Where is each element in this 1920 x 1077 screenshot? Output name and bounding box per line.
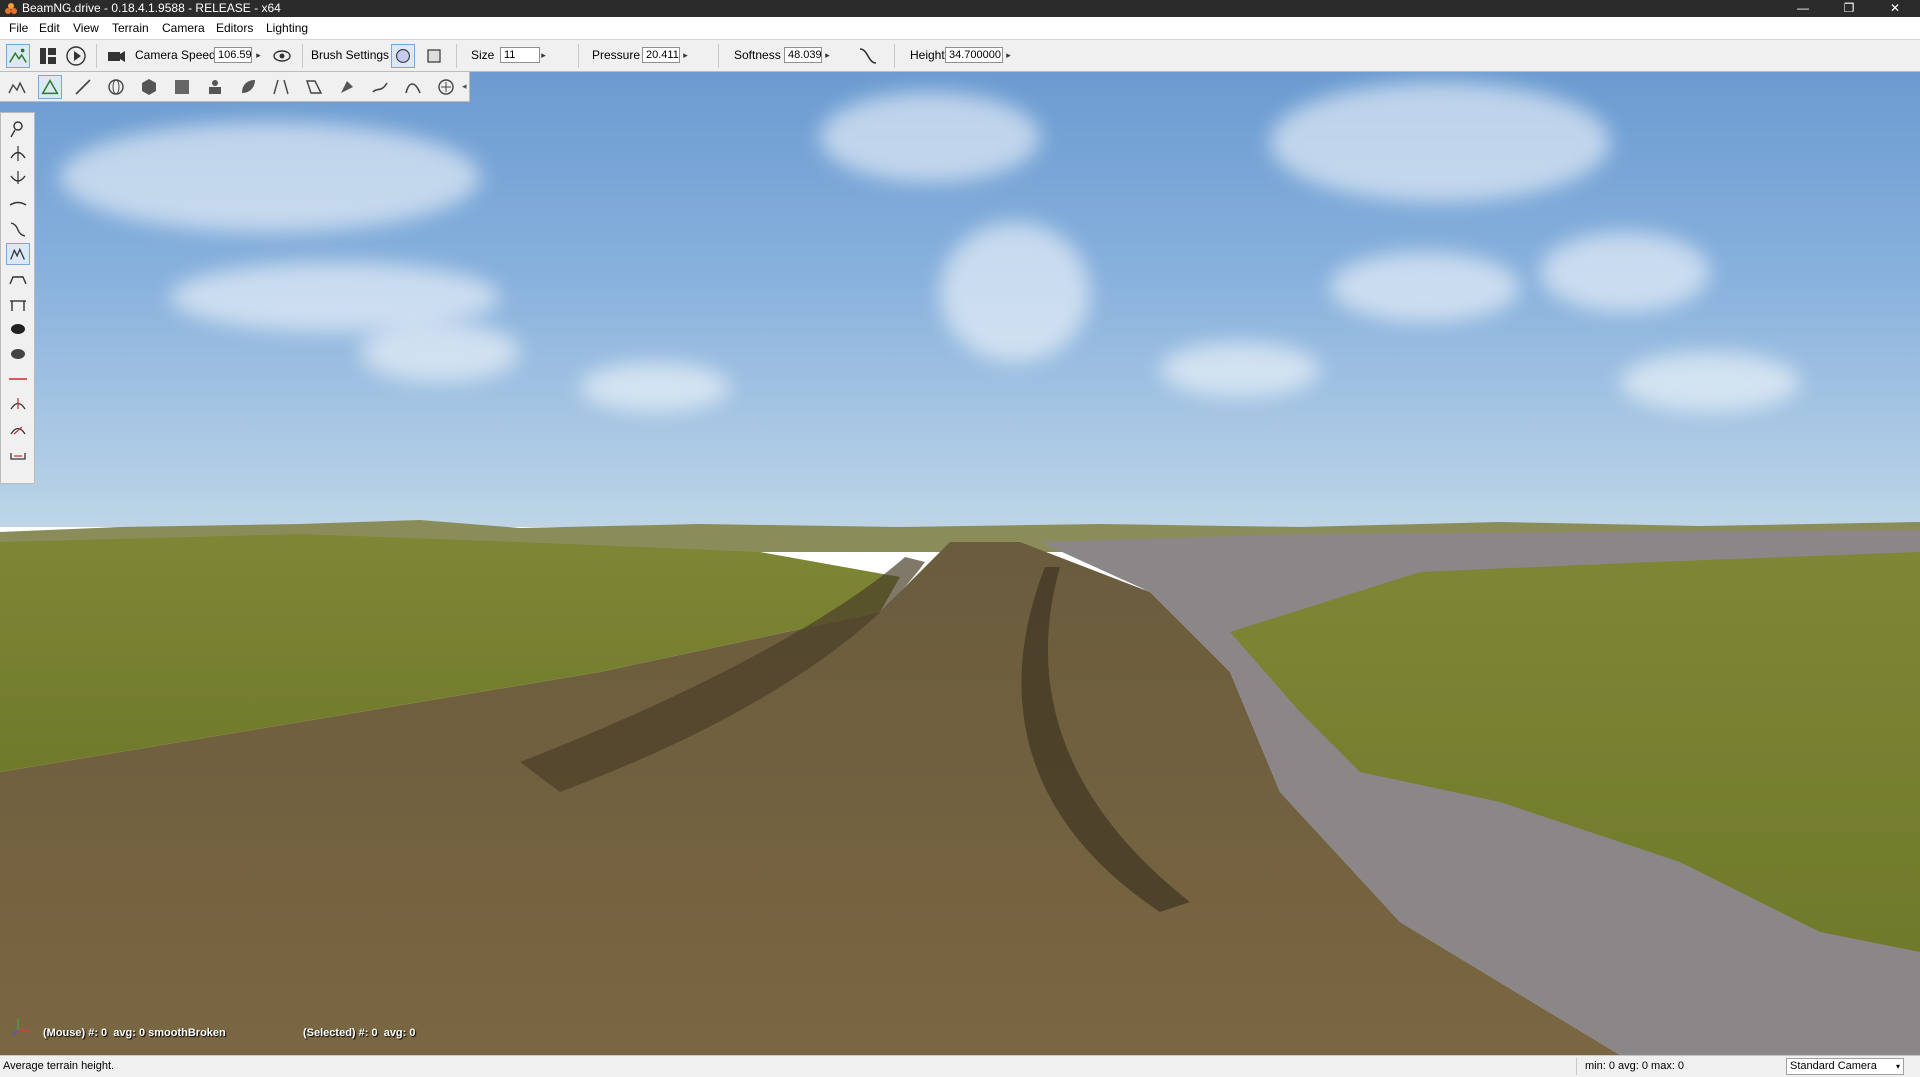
close-button[interactable]: ✕	[1872, 0, 1918, 17]
toolbar-separator	[302, 44, 303, 68]
raise-height-icon[interactable]	[6, 143, 30, 165]
spline-icon[interactable]	[401, 75, 425, 99]
collapse-arrow-icon[interactable]: ◂	[462, 81, 467, 92]
softness-field[interactable]: 48.039	[784, 47, 822, 63]
minimize-icon: —	[1797, 1, 1809, 15]
height-label: Height	[910, 48, 945, 62]
axis-gizmo-icon	[12, 1019, 29, 1036]
camera-speed-label: Camera Speed	[135, 48, 216, 62]
size-spin-icon[interactable]: ▸	[537, 47, 550, 63]
set-empty-icon[interactable]	[6, 418, 30, 440]
softness-curve-icon[interactable]	[856, 44, 880, 68]
3d-viewport[interactable]: (Mouse) #: 0 avg: 0 smoothBroken (Select…	[0, 72, 1920, 1055]
flatten-icon[interactable]	[6, 268, 30, 290]
road-icon[interactable]	[269, 75, 293, 99]
chevron-down-icon: ▾	[1895, 1062, 1900, 1071]
toolbar-separator	[578, 44, 579, 68]
decal-icon[interactable]	[335, 75, 359, 99]
maximize-button[interactable]: ❐	[1826, 0, 1872, 17]
terrain-tools-toolbar: ◂	[0, 72, 470, 102]
clear-empty-icon[interactable]	[6, 443, 30, 465]
toolbar-separator	[718, 44, 719, 68]
mesh-road-icon[interactable]	[302, 75, 326, 99]
restore-terrain-icon[interactable]	[6, 343, 30, 365]
window-title: BeamNG.drive - 0.18.4.1.9588 - RELEASE -…	[22, 1, 281, 15]
river-icon[interactable]	[368, 75, 392, 99]
circle-brush-icon[interactable]	[391, 44, 415, 68]
smooth-height-icon[interactable]	[6, 193, 30, 215]
softness-spin-icon[interactable]: ▸	[821, 47, 834, 63]
visibility-eye-icon[interactable]	[270, 44, 294, 68]
clear-terrain-icon[interactable]	[6, 318, 30, 340]
terrain-settings-icon[interactable]	[5, 75, 29, 99]
menu-lighting[interactable]: Lighting	[263, 17, 311, 39]
adjust-height-icon[interactable]	[6, 393, 30, 415]
play-icon[interactable]	[64, 44, 88, 68]
material-icon[interactable]	[170, 75, 194, 99]
camera-mode-value: Standard Camera	[1790, 1060, 1877, 1072]
pressure-field[interactable]: 20.411	[642, 47, 680, 63]
minimize-button[interactable]: —	[1780, 0, 1826, 17]
terrain-brush-palette	[0, 112, 35, 484]
menu-camera[interactable]: Camera	[159, 17, 208, 39]
pressure-spin-icon[interactable]: ▸	[679, 47, 692, 63]
navmesh-icon[interactable]	[434, 75, 458, 99]
terrain	[0, 520, 1920, 1055]
close-icon: ✕	[1889, 1, 1901, 15]
height-stats: min: 0 avg: 0 max: 0	[1576, 1058, 1775, 1075]
title-bar: BeamNG.drive - 0.18.4.1.9588 - RELEASE -…	[0, 0, 1920, 17]
leaf-icon[interactable]	[236, 75, 260, 99]
terrain-brush-icon[interactable]	[38, 75, 62, 99]
size-field[interactable]: 11	[500, 47, 540, 63]
set-height-icon[interactable]	[6, 293, 30, 315]
status-bar: Average terrain height. min: 0 avg: 0 ma…	[0, 1055, 1920, 1077]
smooth-slope-icon[interactable]	[6, 368, 30, 390]
camera-mode-select[interactable]: Standard Camera ▾	[1786, 1058, 1904, 1075]
globe-icon[interactable]	[104, 75, 128, 99]
camera-speed-spin-icon[interactable]: ▸	[252, 47, 265, 63]
restore-icon: ❐	[1843, 1, 1855, 15]
menu-view[interactable]: View	[70, 17, 102, 39]
inspector-panel-icon[interactable]	[36, 44, 60, 68]
terrain-editor-icon[interactable]	[6, 44, 30, 68]
object-stack-icon[interactable]	[203, 75, 227, 99]
height-spin-icon[interactable]: ▸	[1002, 47, 1015, 63]
slope-icon[interactable]	[6, 218, 30, 240]
camera-speed-field[interactable]: 106.59	[214, 47, 252, 63]
cube-icon[interactable]	[137, 75, 161, 99]
menu-editors[interactable]: Editors	[213, 17, 256, 39]
pressure-label: Pressure	[592, 48, 641, 62]
size-label: Size	[471, 48, 495, 62]
lower-height-icon[interactable]	[6, 168, 30, 190]
toolbar-separator	[456, 44, 457, 68]
square-brush-icon[interactable]	[422, 44, 446, 68]
status-message: Average terrain height.	[3, 1060, 115, 1072]
brush-settings-label: Brush Settings	[311, 48, 390, 62]
menu-edit[interactable]: Edit	[36, 17, 63, 39]
selected-info-readout: (Selected) #: 0 avg: 0	[303, 1027, 416, 1039]
softness-label: Softness	[734, 48, 781, 62]
menu-file[interactable]: File	[6, 17, 31, 39]
paint-noise-icon[interactable]	[6, 243, 30, 265]
beamng-logo-icon	[5, 3, 17, 14]
menu-terrain[interactable]: Terrain	[109, 17, 152, 39]
main-toolbar: Camera Speed 106.59 ▸ Brush Settings Siz…	[0, 39, 1920, 72]
toolbar-separator	[894, 44, 895, 68]
toolbar-separator	[96, 44, 97, 68]
select-terrain-icon[interactable]	[6, 118, 30, 140]
mouse-info-readout: (Mouse) #: 0 avg: 0 smoothBroken	[43, 1027, 226, 1039]
pencil-icon[interactable]	[71, 75, 95, 99]
camera-icon[interactable]	[104, 44, 128, 68]
height-field[interactable]: 34.700000	[945, 47, 1003, 63]
menu-bar: File Edit View Terrain Camera Editors Li…	[0, 17, 1920, 39]
